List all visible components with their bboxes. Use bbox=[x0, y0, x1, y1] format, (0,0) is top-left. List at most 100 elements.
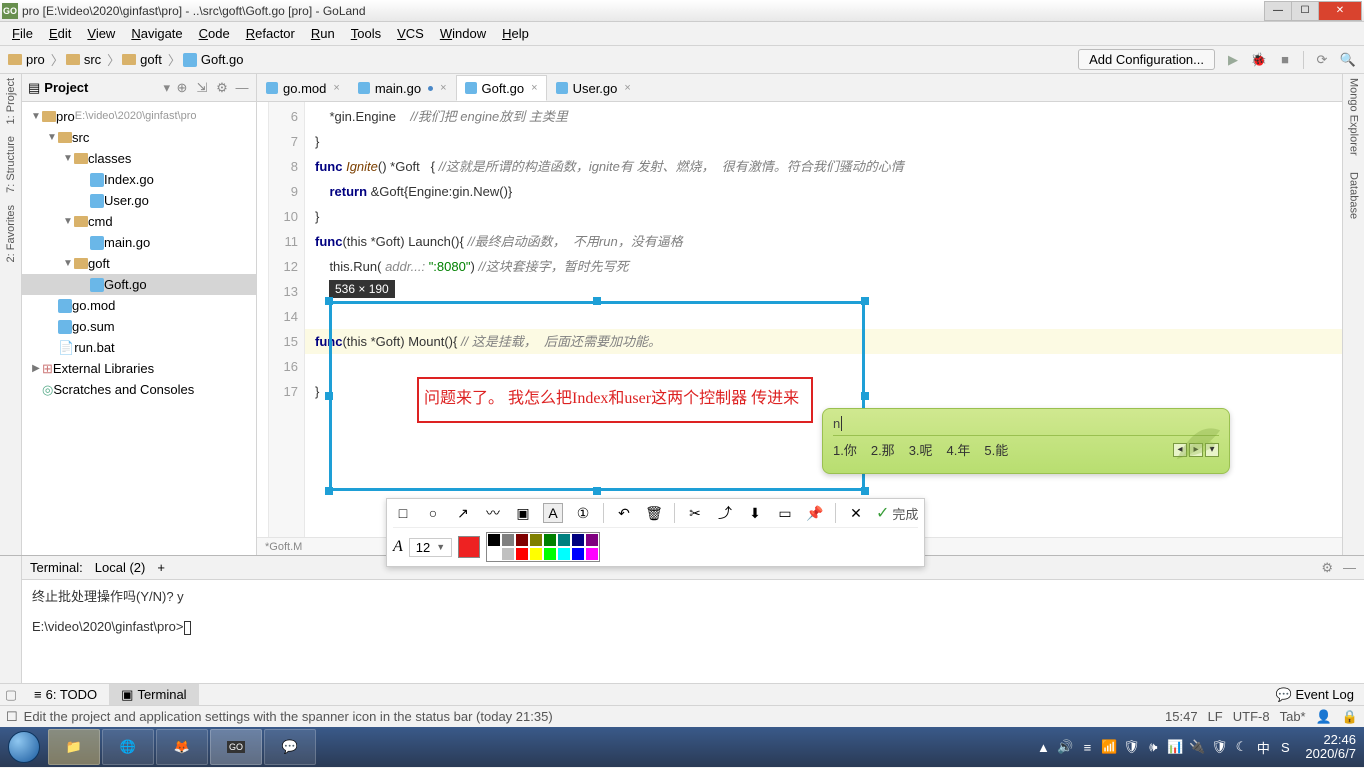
caret-position[interactable]: 15:47 bbox=[1165, 709, 1198, 724]
lock-icon[interactable]: 🔒 bbox=[1342, 709, 1358, 725]
menu-help[interactable]: Help bbox=[494, 26, 537, 41]
editor-tab-main-go[interactable]: main.go× bbox=[349, 75, 456, 101]
close-button[interactable]: ✕ bbox=[1318, 1, 1362, 21]
tab-todo[interactable]: ≡6: TODO bbox=[22, 684, 109, 705]
tree-item-classes[interactable]: ▼ classes bbox=[22, 148, 256, 169]
breadcrumb-src[interactable]: src bbox=[66, 52, 101, 67]
palette-color[interactable] bbox=[543, 547, 557, 561]
tray-icon[interactable]: 中 bbox=[1255, 739, 1271, 755]
ime-candidate-window[interactable]: n 1.你2.那3.呢4.年5.能◂▸▾ bbox=[822, 408, 1230, 474]
shot-tool-8[interactable]: 🗑 bbox=[644, 503, 664, 523]
tree-item-run-bat[interactable]: 📄 run.bat bbox=[22, 337, 256, 358]
tree-item-index-go[interactable]: Index.go bbox=[22, 169, 256, 190]
taskbar-app2[interactable]: 🦊 bbox=[156, 729, 208, 765]
shot-tool-10[interactable]: ⤴ bbox=[715, 503, 735, 523]
shot-tool-0[interactable]: □ bbox=[393, 503, 413, 523]
resize-handle-e[interactable] bbox=[861, 392, 869, 400]
ime-candidate[interactable]: 5.能 bbox=[984, 440, 1008, 459]
stop-icon[interactable]: ■ bbox=[1277, 52, 1293, 68]
taskbar-goland[interactable]: GO bbox=[210, 729, 262, 765]
tray-icon[interactable]: 🛡 bbox=[1123, 739, 1139, 755]
palette-color[interactable] bbox=[487, 547, 501, 561]
palette-color[interactable] bbox=[501, 533, 515, 547]
shot-tool-5[interactable]: A bbox=[543, 503, 563, 523]
tray-icon[interactable]: 🕪 bbox=[1145, 739, 1161, 755]
tool-tab-project[interactable]: 1: Project bbox=[5, 78, 17, 124]
menu-file[interactable]: File bbox=[4, 26, 41, 41]
run-icon[interactable]: ▶ bbox=[1225, 52, 1241, 68]
tree-item-scratches-and-consoles[interactable]: ◎ Scratches and Consoles bbox=[22, 379, 256, 400]
start-button[interactable] bbox=[2, 728, 46, 766]
terminal-tab-local[interactable]: Local (2) bbox=[95, 560, 146, 575]
collapse-all-icon[interactable]: ⇲ bbox=[194, 80, 210, 96]
tool-tab-mongoexplorer[interactable]: Mongo Explorer bbox=[1348, 78, 1360, 156]
editor-tab-go-mod[interactable]: go.mod× bbox=[257, 75, 349, 101]
palette-color[interactable] bbox=[487, 533, 501, 547]
tree-item-goft-go[interactable]: Goft.go bbox=[22, 274, 256, 295]
current-color[interactable] bbox=[458, 536, 480, 558]
shot-tool-4[interactable]: ▣ bbox=[513, 503, 533, 523]
color-palette[interactable] bbox=[486, 532, 600, 562]
maximize-button[interactable]: ☐ bbox=[1291, 1, 1319, 21]
event-log-button[interactable]: 💬 Event Log bbox=[1266, 687, 1364, 703]
palette-color[interactable] bbox=[529, 547, 543, 561]
shot-tool-14[interactable]: ✕ bbox=[846, 503, 866, 523]
tree-item-src[interactable]: ▼ src bbox=[22, 127, 256, 148]
project-tree[interactable]: ▼ pro E:\video\2020\ginfast\pro▼ src▼ cl… bbox=[22, 102, 256, 404]
resize-handle-w[interactable] bbox=[325, 392, 333, 400]
tree-item-main-go[interactable]: main.go bbox=[22, 232, 256, 253]
terminal-settings-icon[interactable]: ⚙ bbox=[1321, 560, 1333, 576]
shot-tool-11[interactable]: ⬇ bbox=[745, 503, 765, 523]
menu-tools[interactable]: Tools bbox=[343, 26, 389, 41]
breadcrumb-pro[interactable]: pro bbox=[8, 52, 45, 67]
resize-handle-sw[interactable] bbox=[325, 487, 333, 495]
tree-item-external-libraries[interactable]: ▶⊞ External Libraries bbox=[22, 358, 256, 379]
breadcrumb-goft[interactable]: goft bbox=[122, 52, 162, 67]
fold-gutter[interactable] bbox=[257, 102, 269, 537]
update-icon[interactable]: ⟳ bbox=[1314, 52, 1330, 68]
tray-icon[interactable]: ▲ bbox=[1035, 739, 1051, 755]
menu-refactor[interactable]: Refactor bbox=[238, 26, 303, 41]
tree-item-user-go[interactable]: User.go bbox=[22, 190, 256, 211]
taskbar-explorer[interactable]: 📁 bbox=[48, 729, 100, 765]
tree-item-goft[interactable]: ▼ goft bbox=[22, 253, 256, 274]
palette-color[interactable] bbox=[543, 533, 557, 547]
shot-tool-9[interactable]: ✂ bbox=[685, 503, 705, 523]
menu-view[interactable]: View bbox=[79, 26, 123, 41]
menu-edit[interactable]: Edit bbox=[41, 26, 79, 41]
tree-item-go-mod[interactable]: go.mod bbox=[22, 295, 256, 316]
font-size-select[interactable]: 12▼ bbox=[409, 538, 452, 557]
shot-tool-6[interactable]: ① bbox=[573, 503, 593, 523]
ime-candidate[interactable]: 2.那 bbox=[871, 440, 895, 459]
palette-color[interactable] bbox=[515, 547, 529, 561]
taskbar-chrome[interactable]: 🌐 bbox=[102, 729, 154, 765]
resize-handle-n[interactable] bbox=[593, 297, 601, 305]
shot-done-button[interactable]: ✓完成 bbox=[876, 503, 918, 523]
palette-color[interactable] bbox=[557, 533, 571, 547]
menu-code[interactable]: Code bbox=[191, 26, 238, 41]
terminal-hide-icon[interactable]: — bbox=[1343, 560, 1356, 576]
inspections-icon[interactable]: 👤 bbox=[1316, 709, 1332, 725]
encoding[interactable]: UTF-8 bbox=[1233, 709, 1270, 724]
tray-icon[interactable]: 📶 bbox=[1101, 739, 1117, 755]
tab-terminal[interactable]: ▣Terminal bbox=[109, 684, 198, 705]
tray-icon[interactable]: 🛡 bbox=[1211, 739, 1227, 755]
taskbar-clock[interactable]: 22:462020/6/7 bbox=[1305, 733, 1356, 761]
tray-icon[interactable]: ☾ bbox=[1233, 739, 1249, 755]
palette-color[interactable] bbox=[557, 547, 571, 561]
search-icon[interactable]: 🔍 bbox=[1340, 52, 1356, 68]
tree-item-cmd[interactable]: ▼ cmd bbox=[22, 211, 256, 232]
palette-color[interactable] bbox=[515, 533, 529, 547]
resize-handle-ne[interactable] bbox=[861, 297, 869, 305]
tray-icon[interactable]: 🔌 bbox=[1189, 739, 1205, 755]
palette-color[interactable] bbox=[501, 547, 515, 561]
taskbar-wechat[interactable]: 💬 bbox=[264, 729, 316, 765]
shot-tool-13[interactable]: 📌 bbox=[805, 503, 825, 523]
menu-navigate[interactable]: Navigate bbox=[123, 26, 190, 41]
ime-candidate[interactable]: 4.年 bbox=[947, 440, 971, 459]
line-separator[interactable]: LF bbox=[1208, 709, 1223, 724]
menu-window[interactable]: Window bbox=[432, 26, 494, 41]
tray-icon[interactable]: 📊 bbox=[1167, 739, 1183, 755]
shot-tool-7[interactable]: ↶ bbox=[614, 503, 634, 523]
tray-icon[interactable]: S bbox=[1277, 739, 1293, 755]
